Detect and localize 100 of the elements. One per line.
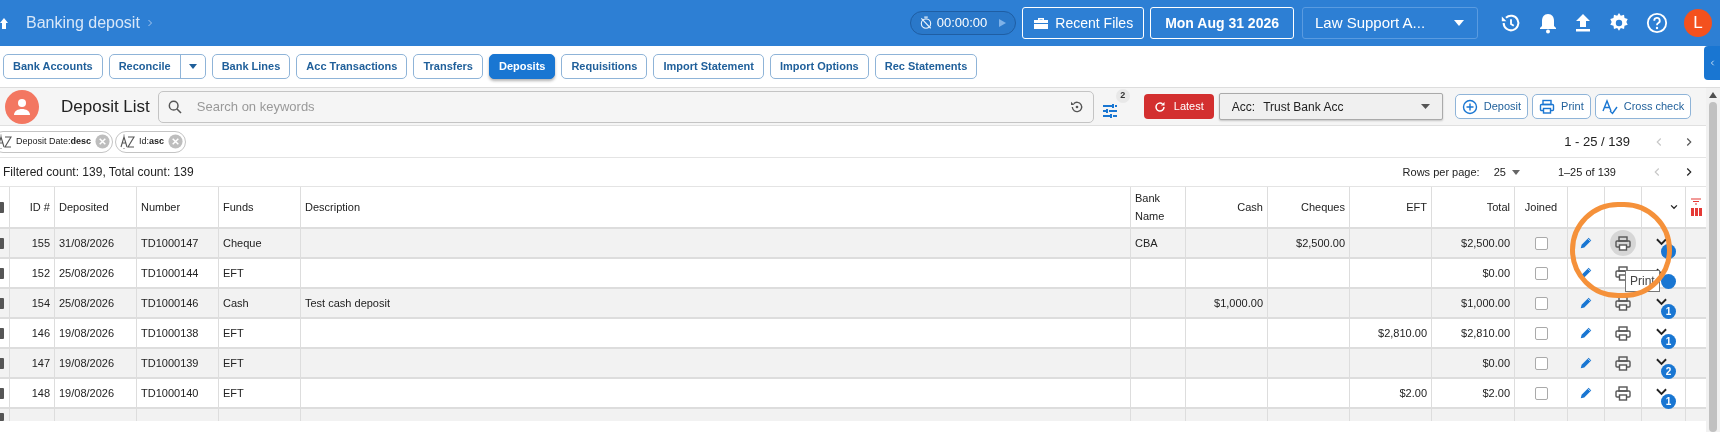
column-header: EFT: [1406, 200, 1427, 215]
table-cell-text: $2.00: [1399, 385, 1427, 401]
sort-chip-label: Deposit Date:desc: [16, 134, 92, 148]
chevron-down-icon[interactable]: [1656, 358, 1667, 366]
table-cell-text: CBA: [1135, 235, 1158, 251]
tab[interactable]: Rec Statements: [874, 54, 978, 79]
sort-chip[interactable]: Id:asc: [115, 130, 187, 153]
dropdown-arrow-icon: [1511, 169, 1520, 175]
count-badge: [1661, 274, 1676, 289]
table-cell-text: TD1000139: [141, 355, 199, 371]
row-checkbox[interactable]: [0, 297, 4, 309]
tab[interactable]: Import Options: [769, 54, 869, 79]
tab[interactable]: Acc Transactions: [296, 54, 408, 79]
account-select[interactable]: Acc: Trust Bank Acc: [1218, 93, 1443, 120]
sort-chip-label: Id:asc: [139, 134, 165, 148]
print-button[interactable]: Print: [1532, 94, 1591, 119]
add-deposit-button[interactable]: Deposit: [1454, 94, 1529, 119]
page-range-text: 1–25 of 139: [1557, 164, 1616, 180]
tooltip: Print: [1625, 270, 1660, 292]
chevron-down-icon[interactable]: [1656, 298, 1667, 306]
bell-icon[interactable]: [1538, 12, 1558, 34]
filter-count-badge: 2: [1115, 88, 1130, 103]
pencil-icon[interactable]: [1579, 326, 1593, 340]
table-cell-text: 152: [31, 265, 50, 281]
chevron-down-icon[interactable]: [1656, 238, 1667, 246]
tab-label[interactable]: Reconcile: [109, 58, 180, 75]
table-cell-text: EFT: [223, 325, 244, 341]
count-badge: 1: [1661, 394, 1676, 409]
history-icon[interactable]: [1500, 12, 1522, 34]
person-icon: [13, 97, 31, 116]
rows-per-page-value: 25: [1493, 164, 1506, 180]
tab[interactable]: Transfers: [413, 54, 483, 79]
add-icon: [1461, 98, 1478, 115]
upload-icon[interactable]: [1574, 13, 1592, 33]
row-checkbox[interactable]: [0, 327, 4, 339]
joined-checkbox[interactable]: [1534, 386, 1548, 400]
tab[interactable]: Deposits: [488, 54, 556, 79]
rows-per-page-select[interactable]: 25: [1493, 163, 1520, 181]
table-cell-text: EFT: [223, 265, 244, 281]
column-header: Bank Name: [1135, 191, 1166, 224]
joined-checkbox[interactable]: [1534, 296, 1548, 310]
firm-select-value: Law Support A...: [1315, 12, 1426, 33]
print-row-button[interactable]: [1610, 230, 1636, 256]
home-icon[interactable]: [0, 17, 8, 29]
side-panel-toggle[interactable]: [1704, 46, 1720, 80]
tab[interactable]: Requisitions: [561, 54, 648, 79]
filter-lines-icon[interactable]: [1691, 198, 1701, 205]
column-header: Cheques: [1300, 200, 1345, 215]
row-checkbox[interactable]: [0, 267, 4, 279]
dropdown-arrow-icon[interactable]: [188, 64, 197, 69]
sort-chip[interactable]: Deposit Date:desc: [0, 130, 114, 153]
joined-checkbox[interactable]: [1534, 356, 1548, 370]
pencil-icon[interactable]: [1579, 236, 1593, 250]
date-button[interactable]: Mon Aug 31 2026: [1150, 7, 1294, 39]
sort-alphabetical-icon: [120, 133, 136, 150]
table-cell-text: 19/08/2026: [59, 325, 115, 341]
timer-control[interactable]: 00:00:00: [909, 11, 1017, 35]
count-summary: Filtered count: 139, Total count: 139: [3, 164, 194, 181]
scrollbar[interactable]: [1706, 88, 1720, 432]
search-input[interactable]: Search on keywords: [196, 96, 1069, 117]
tab[interactable]: Bank Lines: [211, 54, 291, 79]
column-header: ID #: [29, 200, 50, 215]
pencil-icon[interactable]: [1579, 386, 1593, 400]
scrollbar-thumb[interactable]: [1709, 102, 1717, 432]
pencil-icon[interactable]: [1579, 356, 1593, 370]
table-cell-text: 19/08/2026: [59, 385, 115, 401]
row-checkbox[interactable]: [0, 413, 4, 421]
joined-checkbox[interactable]: [1534, 266, 1548, 280]
column-header: Number: [141, 200, 181, 215]
account-select-value: Trust Bank Acc: [1263, 98, 1345, 116]
row-checkbox[interactable]: [0, 387, 4, 399]
table-cell-text: $1,000.00: [1214, 295, 1263, 311]
dropdown-arrow-icon: [1420, 104, 1430, 109]
columns-icon[interactable]: [1690, 208, 1702, 216]
help-icon[interactable]: [1646, 12, 1668, 34]
joined-checkbox[interactable]: [1534, 236, 1548, 250]
tab[interactable]: Import Statement: [653, 54, 764, 79]
column-header: Cash: [1237, 200, 1263, 215]
latest-button[interactable]: Latest: [1143, 94, 1214, 119]
firm-select[interactable]: Law Support A...: [1302, 7, 1478, 39]
chevron-down-icon[interactable]: [1656, 388, 1667, 396]
play-icon: [997, 18, 1008, 28]
joined-checkbox[interactable]: [1534, 326, 1548, 340]
select-all-checkbox[interactable]: [0, 201, 4, 213]
user-avatar[interactable]: L: [1684, 9, 1712, 37]
table-cell-text: TD1000140: [141, 385, 199, 401]
pencil-icon[interactable]: [1579, 296, 1593, 310]
printer-icon: [1615, 235, 1631, 251]
recent-files-button[interactable]: Recent Files: [1022, 7, 1145, 39]
table-cell-text: 146: [31, 325, 50, 341]
table-cell-text: 147: [31, 355, 50, 371]
row-checkbox[interactable]: [0, 357, 4, 369]
search-field[interactable]: Search on keywords: [157, 90, 1094, 123]
tab[interactable]: Bank Accounts: [3, 54, 103, 79]
reconcile-split-button[interactable]: Reconcile: [108, 54, 206, 79]
cross-check-button[interactable]: Cross check: [1594, 94, 1692, 119]
table-cell-text: TD1000144: [141, 265, 199, 281]
row-checkbox[interactable]: [0, 237, 4, 249]
filter-settings-icon[interactable]: [1101, 102, 1118, 119]
chevron-down-icon[interactable]: [1656, 328, 1667, 336]
